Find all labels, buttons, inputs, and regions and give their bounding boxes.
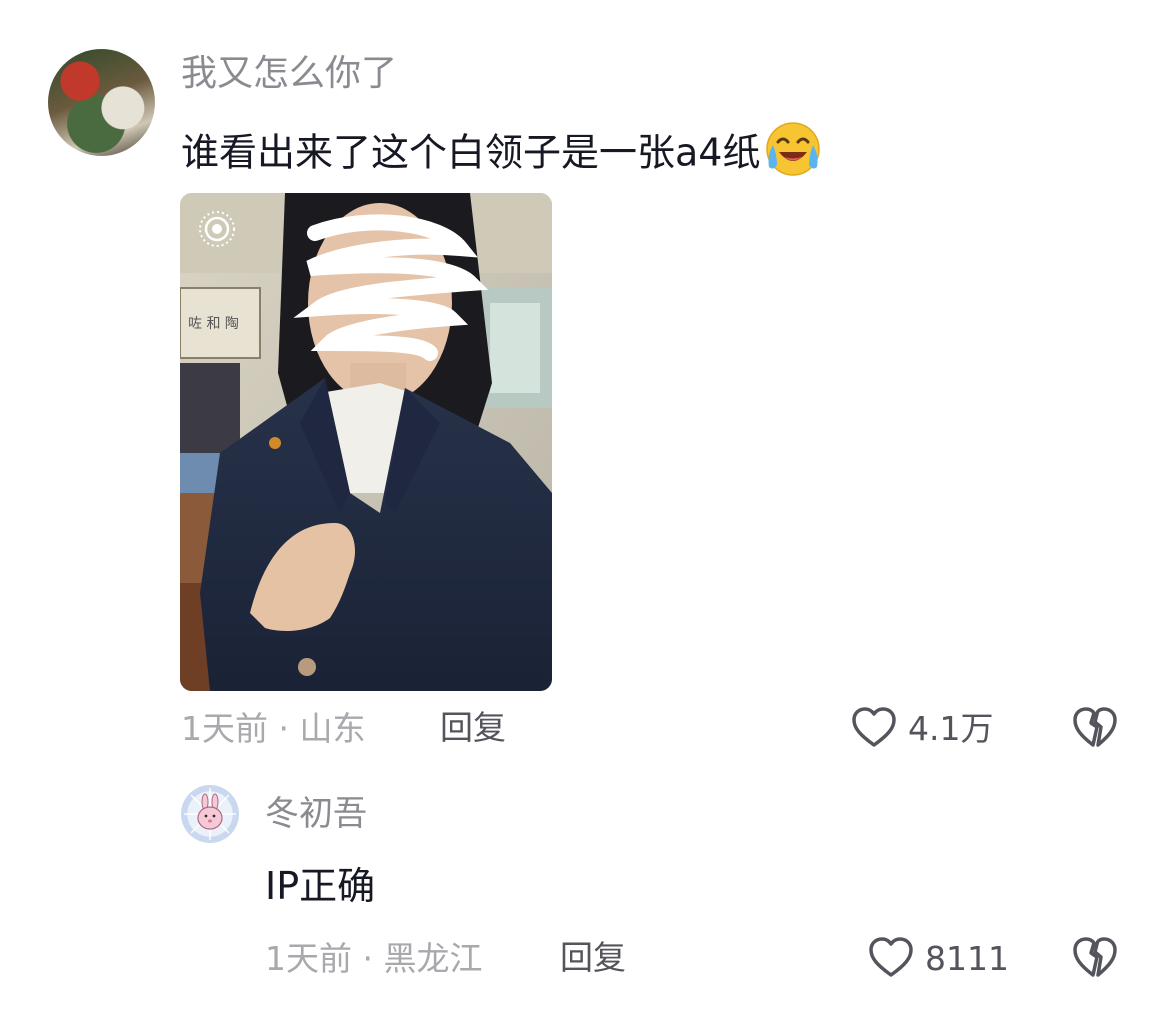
crying-laughing-emoji-icon (764, 120, 822, 178)
heart-outline-icon[interactable] (850, 704, 898, 752)
broken-heart-icon[interactable] (1071, 934, 1119, 982)
broken-heart-icon[interactable] (1071, 704, 1119, 752)
reply-reply-button[interactable]: 回复 (560, 941, 626, 974)
comment-time-location: 1天前 · 山东 (181, 709, 366, 748)
svg-text:咗 和 陶: 咗 和 陶 (188, 316, 239, 332)
reply-avatar[interactable] (181, 785, 239, 843)
reply-like-count: 8111 (925, 939, 1009, 978)
comment-text: 谁看出来了这个白领子是一张a4纸 (181, 130, 761, 175)
commenter-username[interactable]: 我又怎么你了 (181, 56, 397, 92)
like-count: 4.1万 (908, 709, 994, 748)
heart-outline-icon[interactable] (867, 934, 915, 982)
commenter-avatar[interactable] (48, 49, 155, 156)
reply-button[interactable]: 回复 (440, 711, 506, 744)
reply-text: IP正确 (265, 864, 376, 908)
comment-body: 谁看出来了这个白领子是一张a4纸 (181, 122, 822, 184)
reply-time-location: 1天前 · 黑龙江 (265, 939, 483, 978)
comment-photo[interactable]: 咗 和 陶 (180, 193, 552, 691)
reply-username[interactable]: 冬初吾 (265, 797, 367, 831)
